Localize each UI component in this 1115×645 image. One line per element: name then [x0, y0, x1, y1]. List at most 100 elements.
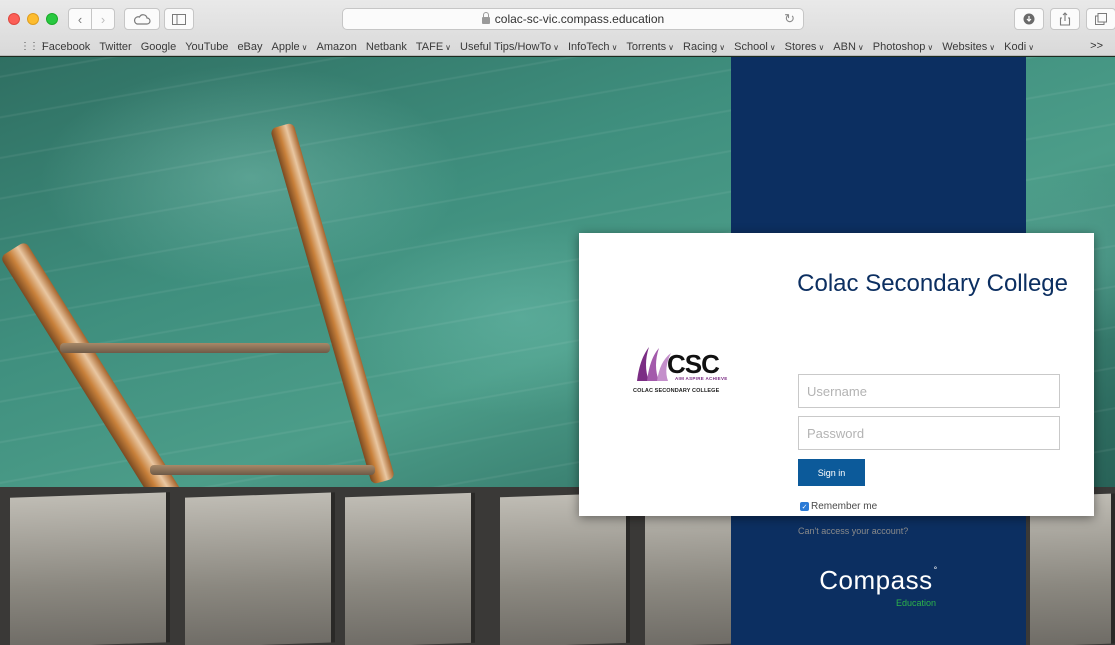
title-bar: ‹ › colac-sc-vic.compass.education ↻ [0, 0, 1115, 36]
password-input[interactable] [798, 416, 1060, 450]
bookmark-item[interactable]: InfoTech ∨ [568, 41, 617, 53]
bookmark-item[interactable]: Websites ∨ [942, 41, 995, 53]
bookmark-item[interactable]: ABN ∨ [833, 41, 863, 53]
bookmark-item[interactable]: Facebook [42, 41, 90, 53]
pier-plank [345, 492, 475, 645]
download-icon [1023, 13, 1035, 25]
bookmark-item[interactable]: Twitter [99, 41, 131, 53]
bookmark-label: Amazon [316, 40, 357, 53]
bookmark-label: Netbank [365, 40, 407, 53]
bookmark-label: Racing [683, 40, 718, 53]
college-title: Colac Secondary College [797, 270, 1068, 297]
chevron-down-icon: ∨ [301, 42, 308, 52]
bookmark-label: Kodi [1004, 40, 1027, 53]
bookmark-label: YouTube [185, 40, 229, 53]
bookmark-label: TAFE [415, 40, 444, 53]
bookmark-label: Photoshop [872, 40, 926, 53]
chevron-down-icon: ∨ [927, 42, 934, 52]
sidebar-button[interactable] [164, 8, 194, 30]
bookmark-label: Twitter [99, 40, 132, 53]
downloads-button[interactable] [1014, 8, 1044, 30]
bookmarks-bar: ⋮⋮⋮ Facebook Twitter Google YouTube eBay Appl… [0, 37, 1115, 56]
bookmark-label: eBay [237, 40, 263, 53]
bookmark-item[interactable]: School ∨ [734, 41, 776, 53]
compass-logo-mark: ° [933, 565, 938, 575]
chevron-down-icon: ∨ [989, 42, 996, 52]
chevron-left-icon: ‹ [77, 11, 83, 27]
username-input[interactable] [798, 374, 1060, 408]
cloud-icon [133, 14, 151, 25]
browser-chrome: ‹ › colac-sc-vic.compass.education ↻ ⋮⋮⋮… [0, 0, 1115, 56]
bookmark-label: Apple [271, 40, 300, 53]
cant-access-link[interactable]: Can't access your account? [798, 526, 908, 536]
close-window-button[interactable] [8, 13, 20, 25]
bookmark-label: Google [140, 40, 177, 53]
chevron-down-icon: ∨ [719, 42, 726, 52]
bookmark-item[interactable]: Photoshop ∨ [873, 41, 933, 53]
remember-me-label: Remember me [811, 501, 878, 512]
chevron-down-icon: ∨ [1028, 42, 1035, 52]
chevron-right-icon: › [100, 11, 106, 27]
show-tabs-button[interactable] [1086, 8, 1115, 30]
minimize-window-button[interactable] [27, 13, 39, 25]
sidebar-icon [172, 13, 186, 25]
tabs-icon [1095, 13, 1107, 25]
bookmark-label: InfoTech [567, 40, 610, 53]
bookmark-label: Facebook [42, 40, 91, 53]
address-bar[interactable]: colac-sc-vic.compass.education ↻ [342, 8, 804, 30]
bookmark-item[interactable]: Google [141, 41, 176, 53]
bookmarks-overflow-button[interactable]: >> [1090, 40, 1103, 52]
pier-plank [185, 492, 335, 645]
bookmark-item[interactable]: Useful Tips/HowTo ∨ [460, 41, 559, 53]
school-logo-tagline: AIM ASPIRE ACHIEVE [675, 376, 728, 381]
icloud-tabs-button[interactable] [124, 8, 160, 30]
school-logo-name: COLAC SECONDARY COLLEGE [633, 388, 720, 394]
ladder-rung-upper [60, 343, 330, 353]
chevron-down-icon: ∨ [553, 42, 559, 52]
chevron-down-icon: ∨ [445, 42, 452, 52]
chevron-down-icon: ∨ [818, 42, 825, 52]
bookmark-item[interactable]: Torrents ∨ [626, 41, 674, 53]
reload-icon[interactable]: ↻ [784, 11, 795, 27]
pier-plank [10, 492, 170, 645]
login-card: CSC AIM ASPIRE ACHIEVE COLAC SECONDARY C… [579, 233, 1094, 536]
page-viewport: Compass° Education CSC AIM ASPIRE ACHIEV… [0, 57, 1115, 645]
bookmark-item[interactable]: Netbank [366, 41, 407, 53]
share-button[interactable] [1050, 8, 1080, 30]
bookmark-label: Useful Tips/HowTo [460, 40, 552, 53]
bookmark-item[interactable]: Apple ∨ [272, 41, 308, 53]
bookmark-label: Stores [784, 40, 817, 53]
back-button[interactable]: ‹ [68, 8, 92, 30]
remember-me-checkbox[interactable]: ✓ Remember me [800, 501, 877, 512]
bookmark-item[interactable]: Kodi ∨ [1004, 41, 1034, 53]
bookmark-label: Websites [942, 40, 988, 53]
bookmark-item[interactable]: Racing ∨ [683, 41, 725, 53]
forward-button[interactable]: › [91, 8, 115, 30]
bookmark-label: Torrents [626, 40, 667, 53]
bookmark-item[interactable]: TAFE ∨ [416, 41, 451, 53]
bookmark-item[interactable]: YouTube [185, 41, 228, 53]
ladder-rung-lower [150, 465, 375, 475]
bookmark-item[interactable]: Stores ∨ [785, 41, 825, 53]
share-icon [1059, 12, 1071, 26]
bookmark-item[interactable]: Amazon [317, 41, 357, 53]
bookmark-item[interactable]: eBay [237, 41, 262, 53]
chevron-down-icon: ∨ [769, 42, 776, 52]
url-text: colac-sc-vic.compass.education [494, 12, 665, 26]
chevron-down-icon: ∨ [857, 42, 864, 52]
zoom-window-button[interactable] [46, 13, 58, 25]
chevron-down-icon: ∨ [668, 42, 675, 52]
bookmark-label: School [734, 40, 768, 53]
checkbox-checked-icon[interactable]: ✓ [800, 502, 809, 511]
school-logo: CSC AIM ASPIRE ACHIEVE COLAC SECONDARY C… [633, 343, 733, 403]
chevron-down-icon: ∨ [611, 42, 618, 52]
bookmark-label: ABN [833, 40, 856, 53]
pier-plank [1030, 493, 1115, 645]
compass-logo: Compass° [731, 565, 1026, 596]
lock-icon [481, 11, 490, 24]
grid-icon[interactable]: ⋮⋮⋮ [20, 41, 48, 52]
sign-in-button[interactable]: Sign in [798, 459, 865, 486]
pier-plank [645, 493, 735, 645]
compass-logo-subtitle: Education [896, 598, 937, 608]
bookmarks-list: Facebook Twitter Google YouTube eBay Apple ∨ Am… [42, 41, 1043, 53]
